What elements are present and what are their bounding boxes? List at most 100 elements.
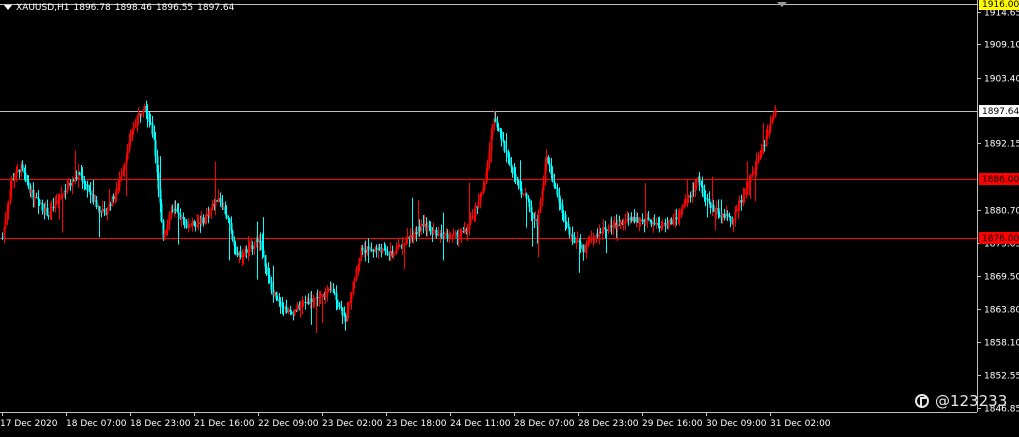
candle-body (177, 212, 180, 215)
candle-body (61, 195, 64, 197)
candle-body (347, 303, 350, 311)
y-tick-label: 1863.80 (984, 306, 1019, 316)
candle-body (361, 248, 364, 250)
candle-body (596, 235, 599, 237)
candle-body (239, 251, 242, 258)
candle-body (415, 232, 418, 235)
candle-body (265, 266, 268, 270)
candle-body (344, 315, 347, 322)
candle-body (55, 201, 58, 204)
candle-body (398, 245, 401, 247)
candle-body (69, 182, 72, 186)
candle-body (474, 206, 477, 216)
candle-body (35, 197, 38, 199)
candle-body (137, 113, 140, 118)
candle-body (367, 246, 370, 250)
candle-body (556, 188, 559, 195)
candle-body (559, 202, 562, 206)
chart-canvas[interactable]: 1914.651909.101903.401892.151880.701875.… (0, 0, 1019, 433)
candle-body (460, 231, 463, 235)
candle-body (706, 198, 709, 200)
axes: 1914.651909.101903.401892.151880.701875.… (0, 0, 1019, 429)
candle-body (466, 229, 469, 233)
candle-body (126, 150, 129, 160)
candle-body (562, 213, 565, 215)
candle-body (602, 226, 605, 233)
candle-body (38, 199, 41, 204)
x-tick-label: 22 Dec 09:00 (258, 419, 319, 429)
candle-body (355, 268, 358, 280)
candle-body (290, 311, 293, 313)
candle-body (52, 206, 55, 208)
candle-body (701, 185, 704, 194)
candle-body (75, 177, 78, 179)
candle-body (72, 180, 75, 182)
candle-body (514, 174, 517, 178)
candle-body (386, 251, 389, 255)
candle-body (330, 290, 333, 292)
candle-body (528, 199, 531, 208)
candle-body (358, 258, 361, 265)
candle-body (307, 301, 310, 304)
candle-body (451, 234, 454, 238)
candle-body (527, 197, 530, 200)
y-tick-label: 1892.15 (984, 140, 1019, 150)
candle-body (245, 249, 248, 253)
price-label: 1916.00 (982, 0, 1019, 10)
collapse-arrow-icon[interactable] (4, 5, 12, 10)
candle-body (208, 210, 211, 216)
candle-body (163, 234, 166, 240)
candle-body (757, 158, 760, 162)
x-tick-label: 23 Dec 02:00 (322, 419, 383, 429)
candle-body (81, 175, 84, 182)
candle-body (605, 229, 608, 231)
candle-body (103, 209, 106, 211)
candle-body (653, 223, 656, 225)
candle-body (655, 222, 658, 225)
candle-body (740, 199, 743, 203)
candle-body (541, 190, 544, 201)
candle-body (457, 236, 460, 239)
candle-body (443, 234, 446, 238)
candle-body (567, 223, 570, 228)
candles (1, 100, 777, 334)
candle-body (718, 214, 721, 217)
candle-body (576, 240, 579, 243)
candle-body (268, 274, 271, 283)
candle-body (432, 229, 435, 234)
chart[interactable]: 1914.65 1909.10 1903.40 1892.15 1880.70 1875.… (0, 0, 1019, 433)
candle-body (494, 118, 497, 122)
candle-body (381, 248, 384, 253)
candle-body (525, 193, 528, 198)
candle-body (276, 298, 279, 301)
candle-body (511, 167, 514, 171)
candle-body (316, 297, 319, 299)
candle-body (534, 218, 537, 220)
candle-body (304, 302, 307, 304)
candle-body (695, 180, 698, 183)
candle-body (180, 216, 183, 219)
candle-body (604, 226, 607, 230)
candle-body (670, 219, 673, 225)
candle-body (219, 198, 222, 203)
candle-body (64, 190, 67, 192)
candle-body (636, 217, 639, 223)
candle-body (279, 301, 282, 305)
candle-body (726, 214, 729, 216)
x-tick-label: 18 Dec 23:00 (130, 419, 191, 429)
candle-body (463, 229, 466, 232)
candle-body (205, 214, 208, 218)
candle-body (222, 207, 225, 209)
candle-body (708, 199, 711, 203)
candle-body (522, 194, 525, 196)
candle-body (715, 207, 718, 211)
candle-body (641, 219, 644, 221)
candle-body (681, 205, 684, 210)
candle-body (684, 201, 687, 205)
candle-body (735, 210, 738, 212)
candle-body (1, 237, 4, 239)
candle-body (335, 293, 338, 301)
candle-body (437, 233, 440, 236)
candle-body (435, 229, 438, 236)
candle-body (551, 174, 554, 182)
